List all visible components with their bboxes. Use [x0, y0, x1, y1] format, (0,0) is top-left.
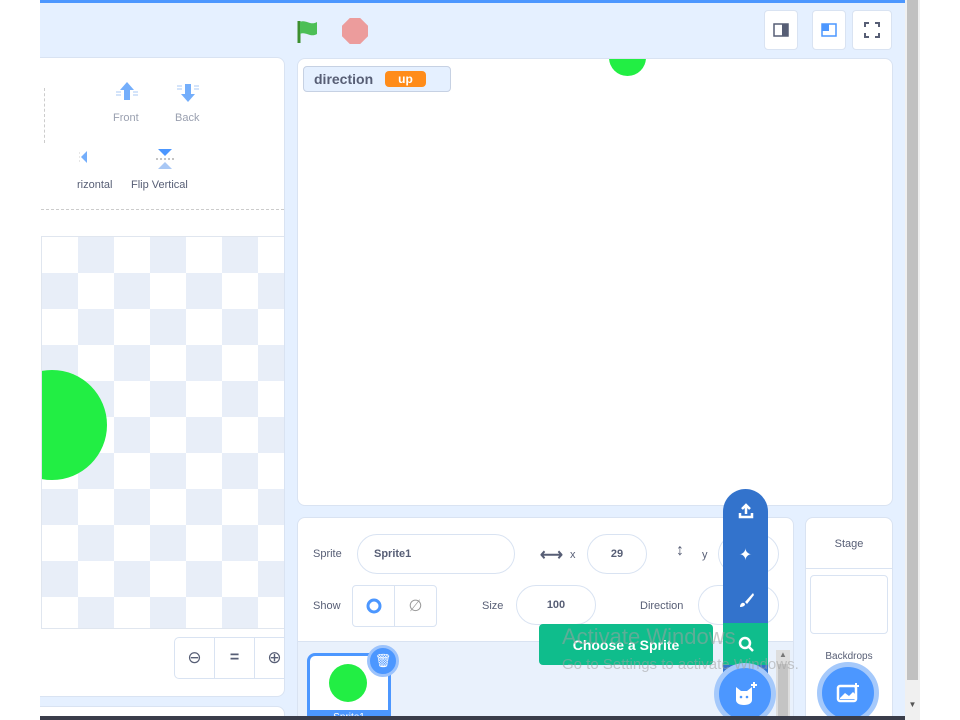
- show-visible-button[interactable]: [353, 586, 395, 626]
- size-label: Size: [482, 600, 504, 612]
- menu-bar: [40, 0, 905, 3]
- show-label: Show: [313, 600, 341, 612]
- watermark-title: Activate Windows: [562, 624, 736, 649]
- small-stage-button[interactable]: [764, 10, 798, 50]
- x-arrows-icon: ⟷: [540, 547, 563, 564]
- choose-backdrop-button[interactable]: [817, 662, 879, 720]
- show-hidden-button[interactable]: ∅: [395, 586, 436, 626]
- y-label: y: [702, 549, 708, 561]
- delete-sprite-icon[interactable]: 🗑: [367, 645, 399, 677]
- x-label: x: [570, 549, 576, 561]
- green-flag-icon[interactable]: [295, 18, 321, 49]
- flip-horizontal-label: rizontal: [77, 179, 113, 191]
- stage-title: Stage: [834, 538, 864, 550]
- paint-editor: Front Back rizontal Flip Vertical ⊖ = ⊕: [40, 57, 285, 697]
- zoom-in-button[interactable]: ⊕: [255, 638, 284, 678]
- sprite-on-stage[interactable]: [609, 59, 646, 76]
- sprite-label: Sprite: [313, 548, 342, 560]
- sprite-thumb-image: [329, 664, 367, 702]
- monitor-value: up: [385, 71, 426, 87]
- fullscreen-button[interactable]: [852, 10, 892, 50]
- normal-stage-button[interactable]: [812, 10, 846, 50]
- zoom-out-button[interactable]: ⊖: [175, 638, 215, 678]
- flip-vertical-icon[interactable]: [155, 148, 175, 175]
- zoom-reset-button[interactable]: =: [215, 638, 255, 678]
- zoom-controls: ⊖ = ⊕: [174, 637, 284, 679]
- sprite-name-input[interactable]: Sprite1: [357, 534, 515, 574]
- scratch-editor: Front Back rizontal Flip Vertical ⊖ = ⊕ …: [40, 0, 905, 720]
- flip-horizontal-icon[interactable]: [78, 149, 89, 170]
- paint-canvas[interactable]: [41, 236, 284, 629]
- cat-icon: [736, 682, 757, 705]
- surprise-sprite-icon[interactable]: ✦: [723, 534, 768, 576]
- stop-icon[interactable]: [342, 18, 368, 44]
- flip-vertical-label: Flip Vertical: [131, 179, 188, 191]
- direction-label: Direction: [640, 600, 684, 612]
- back-icon[interactable]: [176, 82, 200, 107]
- size-input[interactable]: 100: [516, 585, 596, 625]
- stage-thumbnail[interactable]: [810, 575, 888, 634]
- x-input[interactable]: 29: [587, 534, 647, 574]
- scroll-down-icon[interactable]: ▼: [905, 700, 920, 709]
- stage[interactable]: direction up: [297, 58, 893, 506]
- monitor-label: direction: [314, 71, 374, 87]
- front-label: Front: [113, 112, 139, 124]
- y-arrows-icon: ↕: [676, 542, 684, 559]
- show-toggle: ∅: [352, 585, 437, 627]
- taskbar-edge: [40, 716, 905, 720]
- watermark-subtitle: Go to Settings to activate Windows.: [562, 656, 799, 673]
- upload-sprite-icon[interactable]: [723, 490, 768, 532]
- backdrops-label: Backdrops: [825, 651, 873, 662]
- front-icon[interactable]: [115, 82, 139, 107]
- costume-circle: [42, 370, 107, 480]
- backdrop-icon: [836, 683, 859, 703]
- paint-sprite-icon[interactable]: [723, 579, 768, 621]
- page-scrollbar[interactable]: ▼: [905, 0, 920, 720]
- back-label: Back: [175, 112, 200, 124]
- variable-monitor[interactable]: direction up: [303, 66, 451, 92]
